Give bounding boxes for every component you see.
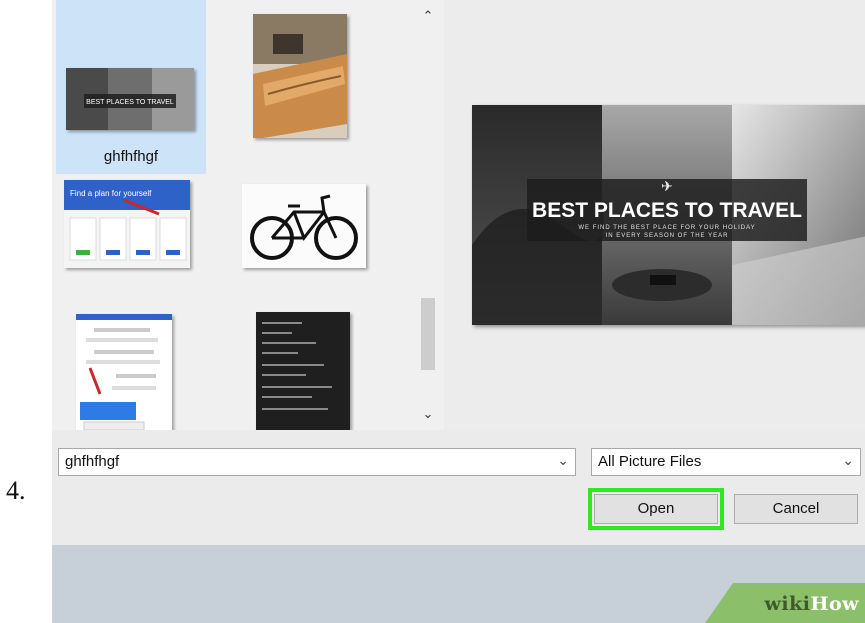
chevron-up-icon[interactable]: ⌃ bbox=[412, 8, 444, 24]
file-name-label: ghfhfhgf bbox=[103, 148, 159, 165]
open-file-dialog: BEST PLACES TO TRAVEL ghfhfhgf Find a pl… bbox=[52, 0, 865, 545]
file-tile-terminal[interactable] bbox=[252, 310, 362, 430]
step-number: 4. bbox=[6, 476, 26, 505]
cancel-button[interactable]: Cancel bbox=[734, 494, 858, 524]
open-button[interactable]: Open bbox=[588, 488, 724, 530]
thumb-caption: BEST PLACES TO TRAVEL bbox=[86, 99, 174, 106]
dialog-bottom-bar: ghfhfhgf ⌄ All Picture Files ⌄ Open Canc… bbox=[52, 430, 865, 545]
file-thumbnail: Find a plan for yourself bbox=[64, 180, 190, 268]
chevron-down-icon[interactable]: ⌄ bbox=[412, 406, 444, 422]
file-list-pane: BEST PLACES TO TRAVEL ghfhfhgf Find a pl… bbox=[52, 0, 412, 430]
file-type-value[interactable]: All Picture Files bbox=[598, 453, 701, 470]
file-thumbnail bbox=[76, 314, 172, 430]
preview-image: ✈ BEST PLACES TO TRAVEL WE FIND THE BEST… bbox=[472, 105, 865, 325]
file-type-filter[interactable]: All Picture Files ⌄ bbox=[591, 448, 861, 476]
preview-subtitle-2: IN EVERY SEASON OF THE YEAR bbox=[606, 233, 729, 239]
file-thumbnail bbox=[253, 14, 347, 138]
preview-subtitle-1: WE FIND THE BEST PLACE FOR YOUR HOLIDAY bbox=[578, 225, 755, 231]
file-tile-pricing[interactable]: Find a plan for yourself bbox=[62, 178, 202, 270]
file-thumbnail bbox=[256, 312, 350, 430]
file-tile-bicycle[interactable] bbox=[240, 182, 370, 272]
watermark-how: How bbox=[810, 593, 859, 615]
file-list-scrollbar[interactable]: ⌃ ⌄ bbox=[412, 0, 444, 430]
background-area: wikiHow bbox=[52, 545, 865, 623]
watermark-wiki: wiki bbox=[764, 593, 811, 615]
preview-pane: ✈ BEST PLACES TO TRAVEL WE FIND THE BEST… bbox=[444, 0, 865, 430]
wikihow-watermark: wikiHow bbox=[705, 583, 865, 623]
file-thumbnail: BEST PLACES TO TRAVEL bbox=[66, 68, 194, 130]
filename-combobox[interactable]: ghfhfhgf ⌄ bbox=[58, 448, 576, 476]
chevron-down-icon[interactable]: ⌄ bbox=[842, 452, 854, 469]
file-tile-chat[interactable] bbox=[74, 312, 184, 430]
thumb-caption: Find a plan for yourself bbox=[70, 189, 152, 198]
chevron-down-icon[interactable]: ⌄ bbox=[557, 452, 569, 469]
preview-title: BEST PLACES TO TRAVEL bbox=[532, 199, 802, 222]
airplane-icon: ✈ bbox=[661, 178, 673, 194]
file-tile-wood-table[interactable] bbox=[248, 6, 358, 140]
file-tile-selected[interactable]: BEST PLACES TO TRAVEL ghfhfhgf bbox=[56, 0, 206, 174]
file-thumbnail bbox=[242, 184, 366, 268]
scrollbar-thumb[interactable] bbox=[421, 298, 435, 370]
filename-value[interactable]: ghfhfhgf bbox=[65, 453, 119, 470]
